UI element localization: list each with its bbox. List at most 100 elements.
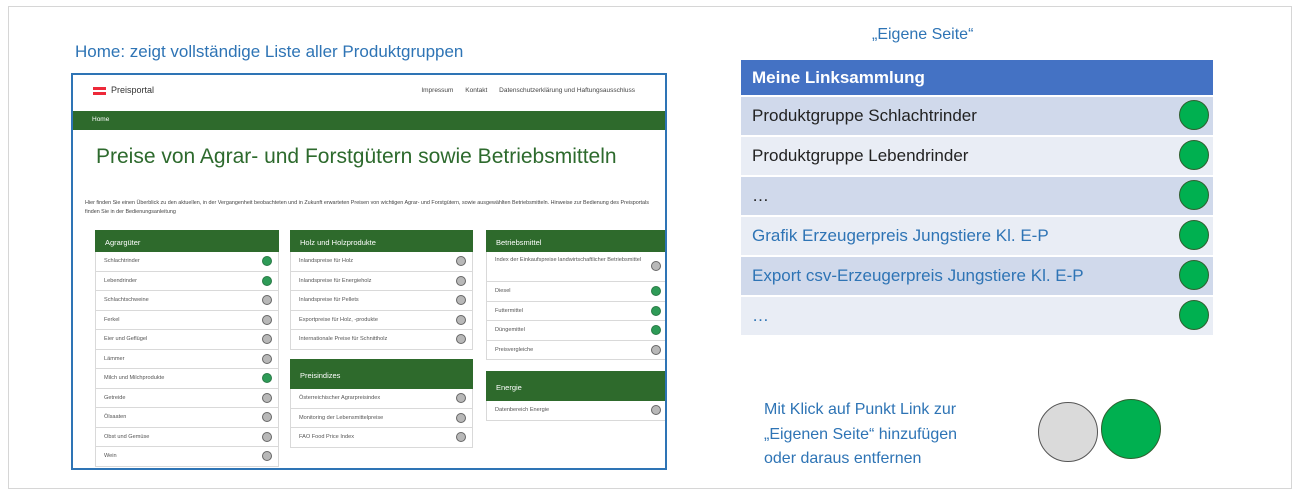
link-collection-label: Grafik Erzeugerpreis Jungstiere Kl. E-P — [752, 226, 1049, 245]
austria-flag-icon — [93, 87, 106, 95]
remove-link-dot-icon[interactable] — [1179, 100, 1209, 130]
link-collection-heading: Meine Linksammlung — [741, 60, 1213, 95]
remove-link-dot-icon[interactable] — [1179, 180, 1209, 210]
product-group-label: FAO Food Price Index — [299, 434, 355, 440]
favorite-dot-inactive-icon[interactable] — [456, 314, 466, 325]
product-group-item[interactable]: Getreide — [95, 388, 279, 408]
page-title: Preise von Agrar- und Forstgütern sowie … — [96, 145, 617, 168]
product-group-item[interactable]: Index der Einkaufspreise landwirtschaftl… — [486, 252, 665, 282]
product-group-label: Preisvergleiche — [495, 346, 534, 353]
favorite-dot-inactive-icon[interactable] — [456, 334, 466, 344]
link-collection-item[interactable]: Produktgruppe Schlachtrinder — [741, 97, 1213, 135]
remove-link-dot-icon[interactable] — [1179, 220, 1209, 250]
breadcrumb-home[interactable]: Home — [92, 116, 109, 123]
product-group-label: Internationale Preise für Schnittholz — [299, 336, 388, 342]
link-collection-label: Produktgruppe Schlachtrinder — [752, 106, 977, 125]
link-collection-label: … — [752, 186, 769, 205]
favorite-dot-inactive-icon[interactable] — [456, 295, 466, 305]
favorite-dot-active-icon[interactable] — [262, 373, 272, 383]
product-group-item[interactable]: Monitoring der Lebensmittelpreise — [290, 408, 473, 428]
product-group-item[interactable]: Futtermittel — [486, 301, 665, 321]
product-group-item[interactable]: Lämmer — [95, 349, 279, 369]
product-group-item[interactable]: FAO Food Price Index — [290, 428, 473, 448]
nav-kontakt[interactable]: Kontakt — [465, 87, 487, 94]
product-group-item[interactable]: Eier und Geflügel — [95, 330, 279, 350]
product-group-item[interactable]: Ölsaaten — [95, 408, 279, 428]
product-group-label: Futtermittel — [495, 307, 523, 314]
product-group-item[interactable]: Exportpreise für Holz, -produkte — [290, 310, 473, 330]
site-nav: Impressum Kontakt Datenschutzerklärung u… — [411, 87, 635, 94]
favorite-dot-active-icon[interactable] — [651, 286, 661, 296]
box-agrargueter: Agrargüter Schlachtrinder Lebendrinder Schl… — [95, 230, 279, 467]
favorite-dot-inactive-icon[interactable] — [262, 334, 272, 344]
breadcrumb-bar: Home — [73, 111, 665, 130]
product-group-label: Milch und Milchprodukte — [104, 375, 165, 381]
favorite-dot-inactive-icon[interactable] — [651, 405, 661, 415]
product-group-item[interactable]: Düngemittel — [486, 321, 665, 341]
link-collection-item[interactable]: Grafik Erzeugerpreis Jungstiere Kl. E-P — [741, 217, 1213, 255]
product-group-item[interactable]: Diesel — [486, 282, 665, 302]
favorite-dot-inactive-icon[interactable] — [262, 353, 272, 364]
link-collection-item[interactable]: Produktgruppe Lebendrinder — [741, 137, 1213, 175]
favorite-dot-inactive-icon[interactable] — [651, 261, 661, 271]
favorite-dot-inactive-icon[interactable] — [262, 431, 272, 442]
product-group-label: Inlandspreise für Pellets — [299, 297, 359, 303]
nav-datenschutz[interactable]: Datenschutzerklärung und Haftungsausschl… — [499, 87, 635, 94]
favorite-dot-inactive-icon[interactable] — [456, 256, 466, 266]
product-group-item[interactable]: Obst und Gemüse — [95, 427, 279, 447]
product-group-item[interactable]: Inlandspreise für Holz — [290, 252, 473, 272]
favorite-dot-active-icon[interactable] — [262, 275, 272, 286]
home-caption: Home: zeigt vollständige Liste aller Pro… — [75, 42, 464, 61]
product-group-item[interactable]: Österreichischer Agrarpreisindex — [290, 389, 473, 409]
box-energie: Energie Datenbereich Energie — [486, 371, 665, 421]
link-collection-item[interactable]: … — [741, 297, 1213, 335]
product-group-item[interactable]: Datenbereich Energie — [486, 401, 665, 421]
legend-line-3: oder daraus entfernen — [764, 450, 922, 467]
product-group-item[interactable]: Inlandspreise für Pellets — [290, 291, 473, 311]
box-heading: Betriebsmittel — [486, 230, 665, 252]
product-group-label: Index der Einkaufspreise landwirtschaftl… — [495, 257, 642, 263]
favorite-dot-active-icon[interactable] — [262, 256, 272, 266]
favorite-dot-inactive-icon[interactable] — [262, 412, 272, 422]
box-heading: Agrargüter — [95, 230, 279, 252]
favorite-dot-inactive-icon[interactable] — [262, 295, 272, 305]
product-group-item[interactable]: Ferkel — [95, 310, 279, 330]
link-collection-label: … — [752, 306, 769, 325]
remove-link-dot-icon[interactable] — [1179, 140, 1209, 170]
favorite-dot-inactive-icon[interactable] — [456, 412, 466, 423]
product-group-label: Inlandspreise für Energieholz — [299, 277, 372, 284]
favorite-dot-inactive-icon[interactable] — [456, 393, 466, 403]
product-group-item[interactable]: Internationale Preise für Schnittholz — [290, 330, 473, 350]
product-group-label: Österreichischer Agrarpreisindex — [299, 395, 381, 401]
product-group-item[interactable]: Schlachtschweine — [95, 291, 279, 311]
product-group-item[interactable]: Preisvergleiche — [486, 340, 665, 360]
favorite-dot-active-icon[interactable] — [651, 305, 661, 316]
favorite-dot-inactive-icon[interactable] — [262, 451, 272, 461]
legend-text: Mit Klick auf Punkt Link zur „Eigenen Se… — [764, 398, 1044, 472]
nav-impressum[interactable]: Impressum — [421, 87, 453, 94]
favorite-dot-active-icon[interactable] — [651, 325, 661, 335]
product-group-label: Düngemittel — [495, 327, 525, 333]
product-group-item[interactable]: Inlandspreise für Energieholz — [290, 271, 473, 291]
favorite-dot-inactive-icon[interactable] — [456, 432, 466, 442]
site-logo[interactable]: Preisportal — [111, 85, 154, 95]
legend-line-2: „Eigenen Seite“ hinzufügen — [764, 425, 958, 443]
link-collection-item[interactable]: Export csv-Erzeugerpreis Jungstiere Kl. … — [741, 257, 1213, 295]
favorite-dot-inactive-icon[interactable] — [262, 392, 272, 403]
remove-link-dot-icon[interactable] — [1179, 260, 1209, 290]
product-group-item[interactable]: Milch und Milchprodukte — [95, 369, 279, 389]
favorite-dot-inactive-icon[interactable] — [262, 314, 272, 325]
favorite-dot-inactive-icon[interactable] — [456, 275, 466, 286]
website-screenshot: Preisportal Impressum Kontakt Datenschut… — [71, 73, 667, 470]
product-group-label: Exportpreise für Holz, -produkte — [299, 316, 378, 323]
product-group-label: Getreide — [104, 394, 126, 401]
product-group-label: Monitoring der Lebensmittelpreise — [299, 414, 384, 421]
product-group-label: Eier und Geflügel — [104, 336, 148, 342]
product-group-item[interactable]: Wein — [95, 447, 279, 467]
product-group-item[interactable]: Schlachtrinder — [95, 252, 279, 272]
link-collection-item[interactable]: … — [741, 177, 1213, 215]
product-group-item[interactable]: Lebendrinder — [95, 271, 279, 291]
link-collection-label: Export csv-Erzeugerpreis Jungstiere Kl. … — [752, 266, 1084, 285]
remove-link-dot-icon[interactable] — [1179, 300, 1209, 330]
favorite-dot-inactive-icon[interactable] — [651, 344, 661, 355]
